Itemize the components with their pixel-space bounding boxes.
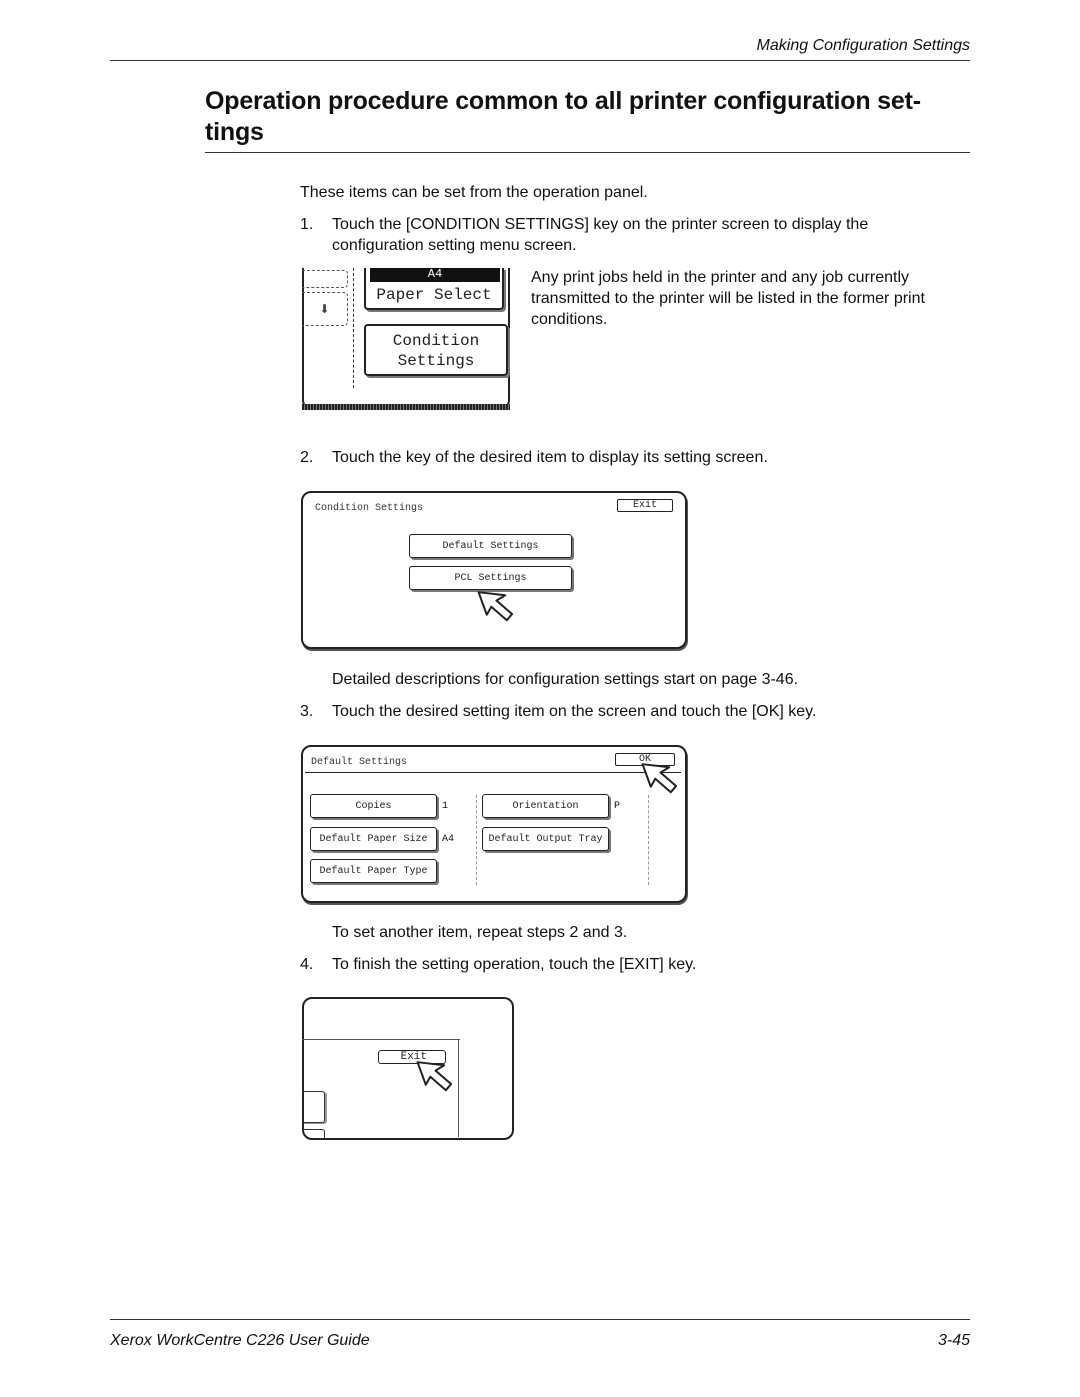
condition-settings-key[interactable]: Condition Settings [364, 324, 508, 376]
screen-divider [353, 268, 354, 388]
condition-settings-line1: Condition [392, 332, 480, 350]
paper-select-label: Paper Select [376, 286, 492, 304]
exit-button[interactable]: Exit [617, 499, 673, 512]
section-title-line2: tings [205, 118, 264, 146]
default-paper-type-button[interactable]: Default Paper Type [310, 859, 437, 883]
intro-text: These items can be set from the operatio… [300, 184, 648, 201]
pointer-cursor-icon [477, 591, 514, 622]
step-4: 4. To finish the setting operation, touc… [300, 954, 980, 976]
inner-panel-right [458, 1039, 459, 1137]
column-divider-1 [476, 795, 477, 885]
default-paper-size-button[interactable]: Default Paper Size [310, 827, 437, 851]
scroll-down-tab[interactable]: ⬇ [302, 292, 348, 326]
left-tab-lower[interactable] [302, 1129, 325, 1138]
paper-select-key[interactable]: A4 Paper Select [364, 268, 504, 310]
title-rule [205, 152, 970, 153]
paper-size-value: A4 [427, 267, 443, 281]
step-2: 2. Touch the key of the desired item to … [300, 447, 980, 469]
orientation-button[interactable]: Orientation [482, 794, 609, 818]
step-1-number: 1. [300, 216, 314, 233]
step-2-text: Touch the key of the desired item to dis… [332, 449, 768, 466]
paper-size-bar: A4 [370, 268, 500, 282]
step-1: 1. Touch the [CONDITION SETTINGS] key on… [300, 214, 980, 258]
step-4-number: 4. [300, 956, 314, 973]
step-1-note: Any print jobs held in the printer and a… [531, 267, 981, 330]
step-1-note-line2: transmitted to the printer will be liste… [531, 290, 925, 307]
step-3-text: Touch the desired setting item on the sc… [332, 703, 817, 720]
copies-value: 1 [442, 801, 449, 812]
step-3: 3. Touch the desired setting item on the… [300, 701, 980, 723]
step-2-number: 2. [300, 449, 314, 466]
step-1-text-line1: Touch the [CONDITION SETTINGS] key on th… [332, 216, 869, 233]
left-tab[interactable] [302, 1091, 325, 1123]
running-header: Making Configuration Settings [756, 37, 970, 54]
pointer-cursor-icon [641, 763, 678, 794]
condition-settings-screen: Condition Settings Exit Default Settings… [301, 491, 687, 649]
pointer-cursor-icon [416, 1061, 453, 1092]
exit-screen: Exit [302, 997, 514, 1140]
step-1-note-line1: Any print jobs held in the printer and a… [531, 269, 909, 286]
section-title: Operation procedure common to all printe… [205, 86, 975, 148]
footer-guide-title: Xerox WorkCentre C226 User Guide [110, 1332, 370, 1349]
screen-bottom-edge [302, 404, 510, 410]
step-1-note-line3: conditions. [531, 311, 608, 328]
default-output-tray-button[interactable]: Default Output Tray [482, 827, 609, 851]
down-arrow-icon: ⬇ [319, 302, 330, 316]
footer-rule [110, 1319, 970, 1320]
inner-panel-top [302, 1039, 460, 1040]
condition-settings-title: Condition Settings [315, 503, 424, 514]
copies-button[interactable]: Copies [310, 794, 437, 818]
condition-settings-line2: Settings [397, 352, 475, 370]
step-4-text: To finish the setting operation, touch t… [332, 956, 697, 973]
column-divider-2 [648, 795, 649, 885]
footer-page-number: 3-45 [937, 1332, 970, 1349]
step-3-note: To set another item, repeat steps 2 and … [332, 924, 628, 941]
default-settings-title: Default Settings [311, 757, 408, 768]
title-divider [305, 772, 681, 773]
default-paper-size-value: A4 [442, 834, 455, 845]
default-settings-button[interactable]: Default Settings [409, 534, 572, 558]
left-tab-top[interactable] [302, 270, 348, 288]
step-2-note: Detailed descriptions for configuration … [332, 671, 799, 688]
step-1-text-line2: configuration setting menu screen. [332, 237, 577, 254]
header-rule [110, 60, 970, 61]
step-3-number: 3. [300, 703, 314, 720]
printer-screen-illustration: ⬇ A4 Paper Select Condition Settings [302, 268, 512, 413]
default-settings-screen: Default Settings OK Copies 1 Default Pap… [301, 745, 687, 903]
orientation-value: P [614, 801, 621, 812]
section-title-line1: Operation procedure common to all printe… [205, 87, 921, 115]
